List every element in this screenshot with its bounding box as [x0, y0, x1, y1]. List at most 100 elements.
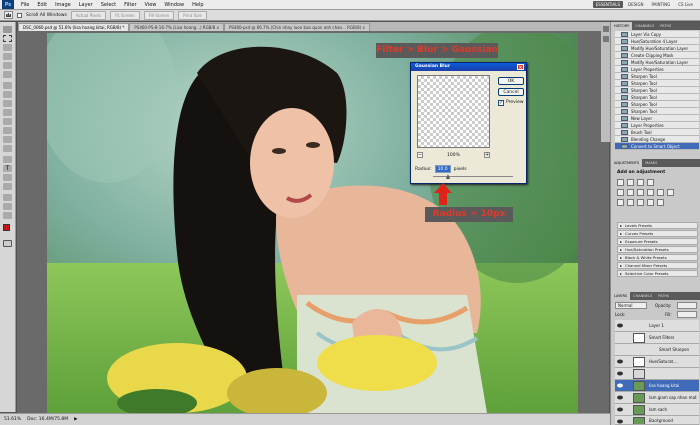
zoom-out-button[interactable]: − — [417, 152, 423, 158]
layer-row[interactable]: Background — [615, 416, 699, 425]
marquee-tool-icon[interactable] — [3, 35, 12, 42]
eraser-tool-icon[interactable] — [3, 118, 12, 125]
actions-panel-icon[interactable] — [603, 36, 609, 42]
levels-icon[interactable] — [627, 179, 634, 186]
layer-row[interactable]: lam giam sap nhan mat — [615, 392, 699, 404]
menu-select[interactable]: Select — [97, 2, 120, 8]
tab-document-3[interactable]: PS460-psd @ 66.7% (Chin nhay luon bao qu… — [223, 23, 370, 31]
move-tool-icon[interactable] — [3, 26, 12, 33]
quick-mask-icon[interactable] — [3, 240, 12, 247]
layer-row[interactable]: Layer 1 — [615, 320, 699, 332]
layer-row[interactable] — [615, 368, 699, 380]
menu-layer[interactable]: Layer — [75, 2, 97, 8]
shape-tool-icon[interactable] — [3, 183, 12, 190]
selective-color-icon[interactable] — [657, 199, 664, 206]
preview-checkbox[interactable]: ✓ — [498, 100, 504, 106]
menu-filter[interactable]: Filter — [120, 2, 140, 8]
cancel-button[interactable]: Cancel — [498, 88, 524, 96]
hue-saturation-icon[interactable] — [627, 189, 634, 196]
visibility-eye-icon[interactable] — [617, 407, 623, 412]
type-tool-icon[interactable]: T — [3, 165, 12, 172]
exposure-icon[interactable] — [647, 179, 654, 186]
tab-layers[interactable]: LAYERS — [611, 292, 631, 300]
layer-row[interactable]: Smart Filters — [615, 332, 699, 344]
radius-slider-handle[interactable] — [446, 174, 450, 179]
tab-masks[interactable]: MASKS — [642, 159, 660, 167]
channel-mixer-icon[interactable] — [667, 189, 674, 196]
menu-window[interactable]: Window — [160, 2, 188, 8]
visibility-eye-icon[interactable] — [617, 395, 623, 400]
tab-history[interactable]: HISTORY — [611, 22, 633, 30]
status-arrow-icon[interactable]: ▶ — [74, 417, 77, 422]
black-white-icon[interactable] — [647, 189, 654, 196]
blend-mode-select[interactable]: Normal — [615, 302, 647, 309]
workspace-design[interactable]: DESIGN — [625, 1, 646, 8]
menu-help[interactable]: Help — [188, 2, 207, 8]
print-size-button[interactable]: Print Size — [178, 10, 207, 20]
hand-tool-icon[interactable] — [3, 203, 12, 210]
pen-tool-icon[interactable] — [3, 156, 12, 163]
menu-edit[interactable]: Edit — [33, 2, 51, 8]
history-brush-tool-icon[interactable] — [3, 109, 12, 116]
blur-tool-icon[interactable] — [3, 136, 12, 143]
menu-file[interactable]: File — [17, 2, 33, 8]
hand-tool-icon[interactable] — [4, 11, 13, 19]
preset-exposure[interactable]: Exposure Presets — [617, 238, 698, 245]
visibility-eye-icon[interactable] — [617, 359, 623, 364]
eyedropper-tool-icon[interactable] — [3, 71, 12, 78]
layer-row[interactable]: Smart Sharpen — [615, 344, 699, 356]
zoom-tool-icon[interactable] — [3, 212, 12, 219]
crop-tool-icon[interactable] — [3, 62, 12, 69]
clone-stamp-tool-icon[interactable] — [3, 100, 12, 107]
workspace-painting[interactable]: PAINTING — [648, 1, 673, 8]
path-selection-tool-icon[interactable] — [3, 174, 12, 181]
3d-rotate-tool-icon[interactable] — [3, 194, 12, 201]
threshold-icon[interactable] — [637, 199, 644, 206]
dodge-tool-icon[interactable] — [3, 145, 12, 152]
curves-icon[interactable] — [637, 179, 644, 186]
actual-pixels-button[interactable]: Actual Pixels — [70, 10, 107, 20]
photo-filter-icon[interactable] — [657, 189, 664, 196]
gradient-map-icon[interactable] — [647, 199, 654, 206]
layer-row[interactable]: lam sach — [615, 404, 699, 416]
history-panel-icon[interactable] — [603, 26, 609, 32]
scroll-all-checkbox[interactable] — [17, 12, 22, 18]
tab-document-2[interactable]: PS460-PS-8-16-7% (Lisa hoang...) RGB/8 x — [129, 23, 224, 31]
fill-input[interactable] — [677, 311, 697, 318]
visibility-eye-icon[interactable] — [617, 419, 623, 424]
visibility-eye-icon[interactable] — [617, 383, 623, 388]
history-item-selected[interactable]: Convert to Smart Object — [615, 143, 699, 151]
preset-curves[interactable]: Curves Presets — [617, 230, 698, 237]
brightness-contrast-icon[interactable] — [617, 179, 624, 186]
radius-input[interactable]: 10.0 — [434, 165, 451, 173]
tab-history-paths[interactable]: PATHS — [657, 22, 674, 30]
preset-black-white[interactable]: Black & White Presets — [617, 254, 698, 261]
preset-hue-saturation[interactable]: Hue/Saturation Presets — [617, 246, 698, 253]
invert-icon[interactable] — [617, 199, 624, 206]
preset-levels[interactable]: Levels Presets — [617, 222, 698, 229]
radius-slider[interactable] — [433, 174, 513, 179]
visibility-eye-icon[interactable] — [617, 371, 623, 376]
tab-layers-paths[interactable]: PATHS — [655, 292, 672, 300]
quick-selection-tool-icon[interactable] — [3, 53, 12, 60]
posterize-icon[interactable] — [627, 199, 634, 206]
lasso-tool-icon[interactable] — [3, 44, 12, 51]
cs-live[interactable]: CS Live — [675, 1, 696, 8]
workspace-essentials[interactable]: ESSENTIALS — [592, 1, 624, 8]
zoom-level[interactable]: 51.61% — [4, 417, 21, 422]
gradient-tool-icon[interactable] — [3, 127, 12, 134]
ok-button[interactable]: OK — [498, 77, 524, 85]
menu-image[interactable]: Image — [51, 2, 75, 8]
layer-row[interactable]: Hue/Saturat... — [615, 356, 699, 368]
layer-row-selected[interactable]: lisa hoang kitai — [615, 380, 699, 392]
blur-preview-window[interactable] — [417, 75, 490, 148]
opacity-input[interactable] — [677, 302, 697, 309]
tab-layers-channels[interactable]: CHANNELS — [630, 292, 655, 300]
zoom-in-button[interactable]: + — [484, 152, 490, 158]
dialog-close-icon[interactable]: × — [517, 64, 524, 71]
healing-brush-tool-icon[interactable] — [3, 82, 12, 89]
vibrance-icon[interactable] — [617, 189, 624, 196]
preset-channel-mixer[interactable]: Channel Mixer Presets — [617, 262, 698, 269]
visibility-eye-icon[interactable] — [617, 323, 623, 328]
tab-adjustments[interactable]: ADJUSTMENTS — [611, 159, 643, 167]
